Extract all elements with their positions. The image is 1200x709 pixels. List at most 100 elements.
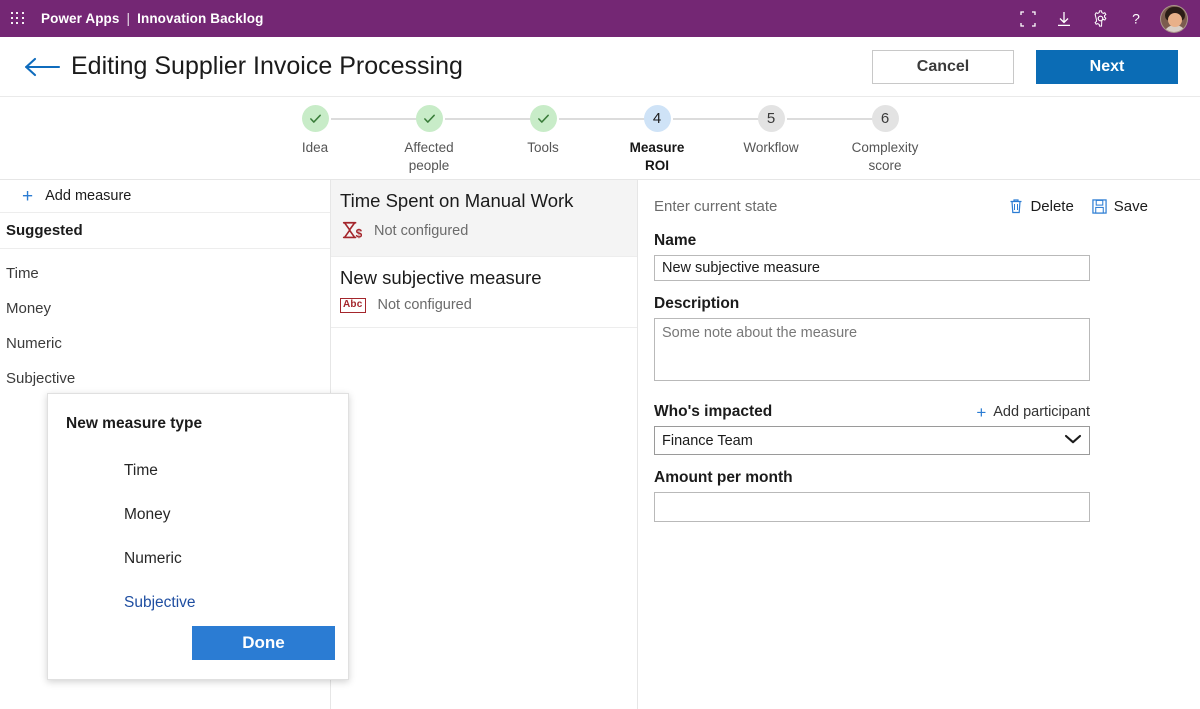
brand-separator: | [126, 11, 131, 26]
measure-card-new-subjective[interactable]: New subjective measure Abc Not configure… [331, 257, 637, 329]
step-affected-people[interactable]: Affected people [372, 105, 531, 175]
step-label-workflow: Workflow [743, 140, 799, 155]
option-subjective[interactable]: Subjective [48, 581, 348, 625]
description-label: Description [654, 295, 740, 312]
add-measure-button[interactable]: + Add measure [0, 180, 330, 213]
step-connector [673, 118, 759, 120]
step-connector [787, 118, 873, 120]
content-area: + Add measure Suggested Time Money Numer… [0, 180, 1200, 709]
add-participant-button[interactable]: + Add participant [976, 404, 1090, 421]
participant-select[interactable]: Finance Team [654, 426, 1090, 455]
participant-select-wrap: Finance Team [654, 426, 1090, 455]
page-header-actions: Cancel Next [872, 49, 1200, 84]
list-item[interactable]: Time [0, 256, 330, 291]
list-item[interactable]: Numeric [0, 326, 330, 361]
step-indicator-3 [529, 105, 557, 132]
brand-area: Power Apps | Innovation Backlog [41, 11, 263, 26]
option-time[interactable]: Time [48, 449, 348, 493]
step-label-tools: Tools [527, 140, 559, 155]
new-measure-type-dialog: New measure type Time Money Numeric Subj… [47, 393, 349, 680]
add-measure-label: Add measure [45, 188, 132, 204]
step-indicator-1 [301, 105, 329, 132]
measure-card-status-row: Abc Not configured [340, 297, 637, 313]
chevron-down-icon [1064, 433, 1082, 449]
download-icon[interactable] [1046, 0, 1082, 37]
measure-card-title: New subjective measure [340, 267, 542, 289]
trash-icon [1010, 199, 1022, 214]
measure-detail-pane: Enter current state Delete Save Name New… [638, 180, 1200, 709]
plus-icon: + [22, 185, 34, 207]
step-connector [331, 118, 417, 120]
step-indicator-5: 5 [757, 105, 785, 132]
suggested-header: Suggested [0, 213, 330, 249]
measure-cards-pane: Time Spent on Manual Work $ Not configur… [331, 180, 637, 709]
step-idea[interactable]: Idea [258, 105, 417, 175]
suggested-list: Time Money Numeric Subjective [0, 249, 330, 396]
current-state-label: Enter current state [654, 197, 778, 215]
option-money[interactable]: Money [48, 493, 348, 537]
step-label-idea: Idea [301, 140, 329, 155]
svg-text:?: ? [1132, 11, 1140, 27]
step-label-measure-roi: Measure ROI [629, 140, 685, 174]
name-input[interactable] [654, 255, 1090, 281]
save-label: Save [1113, 197, 1148, 215]
measure-card-status: Not configured [374, 223, 469, 240]
top-app-bar: Power Apps | Innovation Backlog ? [0, 0, 1200, 37]
step-tools[interactable]: Tools [486, 105, 645, 175]
avatar[interactable] [1160, 4, 1188, 33]
measure-card-status: Not configured [377, 297, 472, 314]
frame-icon[interactable] [1010, 0, 1046, 37]
save-button[interactable]: Save [1092, 198, 1148, 215]
option-numeric[interactable]: Numeric [48, 537, 348, 581]
description-input[interactable] [654, 318, 1090, 381]
waffle-grid-icon[interactable] [11, 11, 25, 26]
step-label-complexity-score: Complexity score [851, 140, 919, 174]
step-indicator-6: 6 [871, 105, 899, 132]
whos-impacted-label: Who's impacted [654, 403, 773, 420]
add-participant-label: Add participant [993, 404, 1090, 420]
list-item[interactable]: Subjective [0, 361, 330, 396]
step-workflow[interactable]: 5 Workflow [714, 105, 873, 175]
measure-type-options: Time Money Numeric Subjective [48, 433, 348, 625]
step-measure-roi[interactable]: 4 Measure ROI [600, 105, 759, 175]
step-connector [559, 118, 645, 120]
step-complexity-score[interactable]: 6 Complexity score [828, 105, 942, 175]
wizard-stepper: Idea Affected people Tools 4 Measure ROI… [0, 98, 1200, 180]
name-label: Name [654, 232, 697, 249]
measure-card-status-row: $ Not configured [340, 220, 637, 242]
save-disk-icon [1092, 198, 1107, 214]
participant-value: Finance Team [662, 432, 753, 449]
detail-actions: Delete Save [1009, 198, 1200, 215]
page-title: Editing Supplier Invoice Processing [71, 52, 463, 80]
product-name[interactable]: Power Apps [41, 11, 120, 26]
measure-card-title: Time Spent on Manual Work [340, 190, 574, 211]
cancel-button[interactable]: Cancel [872, 49, 1014, 84]
measure-card-time-spent[interactable]: Time Spent on Manual Work $ Not configur… [331, 180, 637, 258]
step-connector [445, 118, 531, 120]
page-header: Editing Supplier Invoice Processing Canc… [0, 37, 1200, 97]
step-indicator-4: 4 [643, 105, 671, 132]
svg-text:$: $ [356, 227, 362, 241]
app-root: Power Apps | Innovation Backlog ? Editin… [0, 0, 1200, 709]
gear-icon[interactable] [1082, 0, 1118, 37]
top-bar-actions: ? [1010, 0, 1200, 37]
next-button[interactable]: Next [1036, 49, 1178, 84]
abc-icon: Abc [340, 297, 366, 313]
app-name[interactable]: Innovation Backlog [137, 11, 263, 26]
help-icon[interactable]: ? [1118, 0, 1154, 37]
dialog-title: New measure type [66, 415, 203, 432]
detail-header: Enter current state Delete Save [654, 194, 1200, 218]
done-button[interactable]: Done [192, 626, 335, 660]
back-arrow-icon[interactable] [22, 52, 62, 82]
delete-label: Delete [1030, 197, 1074, 215]
list-item[interactable]: Money [0, 291, 330, 326]
hourglass-money-icon: $ [342, 222, 362, 241]
step-label-affected-people: Affected people [404, 140, 454, 174]
amount-per-month-label: Amount per month [654, 469, 793, 486]
step-indicator-2 [415, 105, 443, 132]
amount-per-month-input[interactable] [654, 492, 1090, 522]
stepper-steps: Idea Affected people Tools 4 Measure ROI… [0, 98, 1200, 175]
delete-button[interactable]: Delete [1009, 197, 1074, 215]
impacted-row: Who's impacted + Add participant [654, 403, 1090, 421]
plus-icon: + [976, 402, 987, 422]
